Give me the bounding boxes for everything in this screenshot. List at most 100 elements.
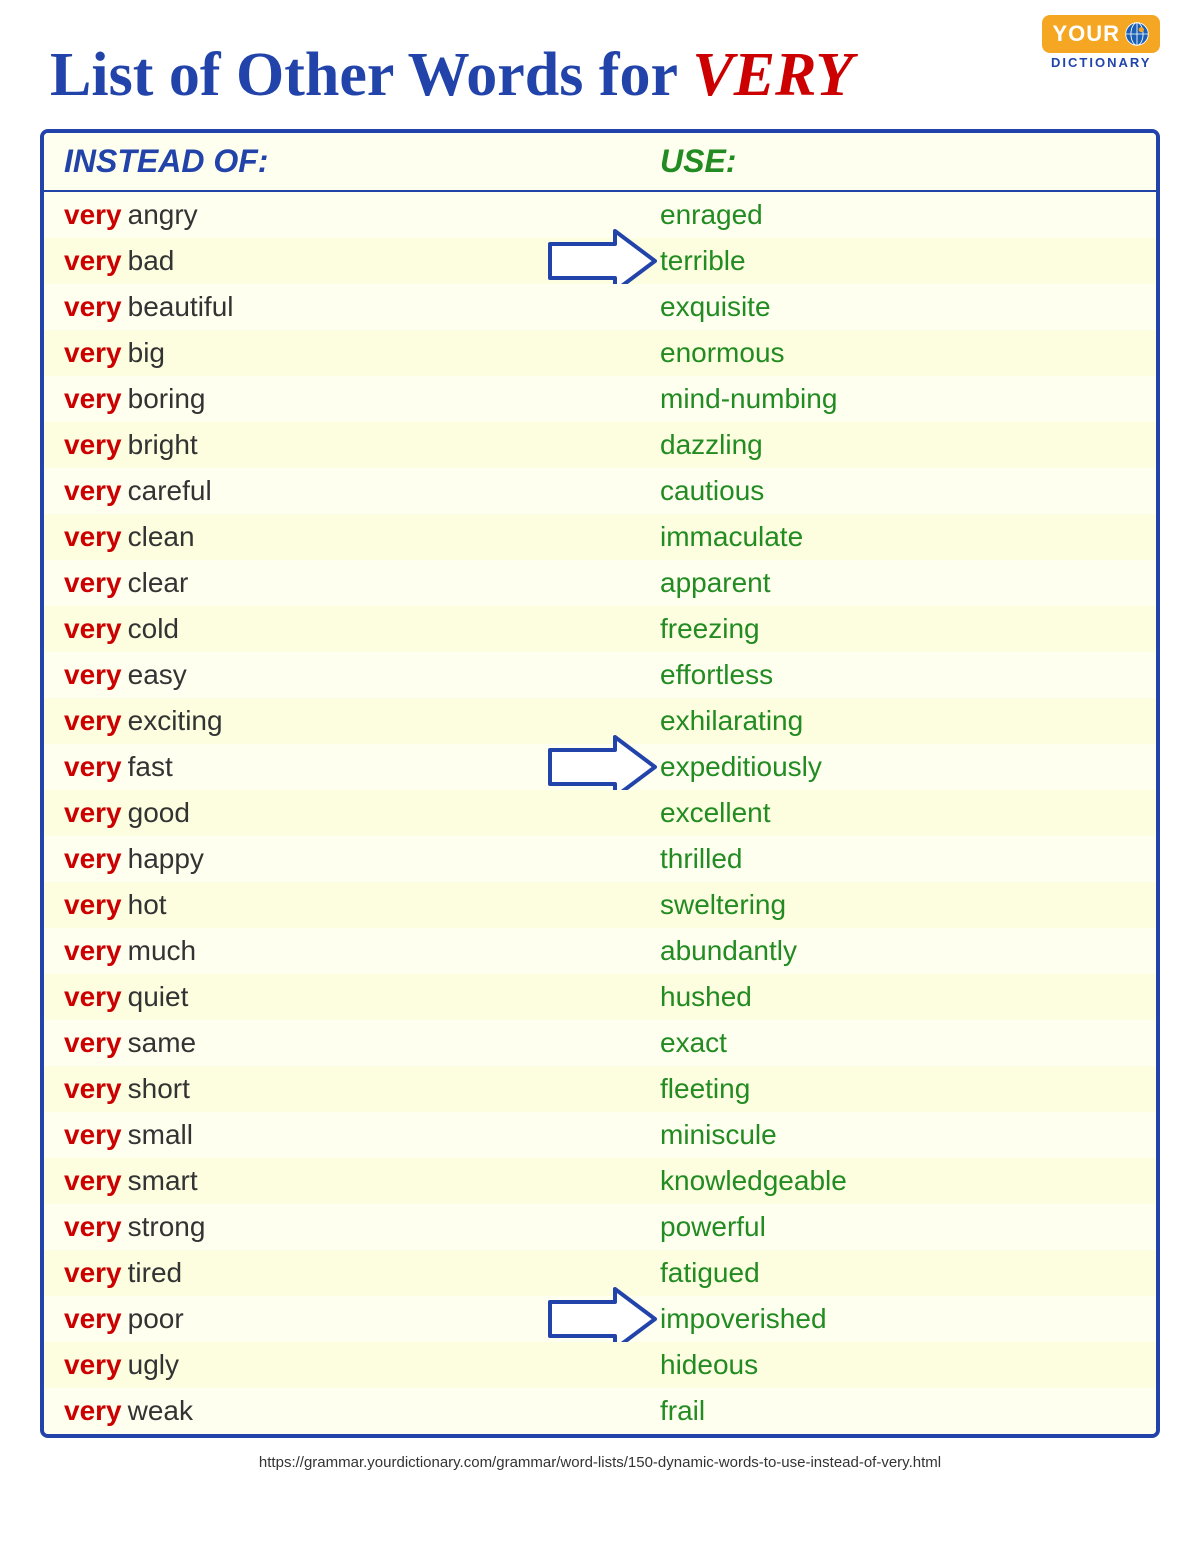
adj-label: same	[128, 1027, 196, 1059]
left-cell: very bad	[64, 245, 600, 277]
table-row: very hotsweltering	[44, 882, 1156, 928]
table-row: very goodexcellent	[44, 790, 1156, 836]
table-row: very fast expeditiously	[44, 744, 1156, 790]
adj-label: small	[128, 1119, 193, 1151]
footer-url: https://grammar.yourdictionary.com/gramm…	[40, 1454, 1160, 1471]
adj-label: careful	[128, 475, 212, 507]
table-row: very muchabundantly	[44, 928, 1156, 974]
synonym-label: exquisite	[600, 291, 1136, 323]
left-cell: very clean	[64, 521, 600, 553]
synonym-label: enormous	[600, 337, 1136, 369]
left-cell: very careful	[64, 475, 600, 507]
synonym-label: expeditiously	[600, 751, 1136, 783]
very-label: very	[64, 245, 122, 277]
header-use: USE:	[600, 143, 1136, 180]
very-label: very	[64, 797, 122, 829]
table-row: very weakfrail	[44, 1388, 1156, 1434]
table-row: very brightdazzling	[44, 422, 1156, 468]
synonym-label: powerful	[600, 1211, 1136, 1243]
very-label: very	[64, 1119, 122, 1151]
adj-label: hot	[128, 889, 167, 921]
table-row: very shortfleeting	[44, 1066, 1156, 1112]
synonym-label: fleeting	[600, 1073, 1136, 1105]
very-label: very	[64, 751, 122, 783]
very-label: very	[64, 613, 122, 645]
very-label: very	[64, 1165, 122, 1197]
very-label: very	[64, 1027, 122, 1059]
synonym-label: exhilarating	[600, 705, 1136, 737]
very-label: very	[64, 521, 122, 553]
synonym-label: abundantly	[600, 935, 1136, 967]
adj-label: bright	[128, 429, 198, 461]
adj-label: cold	[128, 613, 179, 645]
very-label: very	[64, 567, 122, 599]
left-cell: very easy	[64, 659, 600, 691]
synonym-label: dazzling	[600, 429, 1136, 461]
synonym-label: knowledgeable	[600, 1165, 1136, 1197]
adj-label: angry	[128, 199, 198, 231]
table-row: very smallminiscule	[44, 1112, 1156, 1158]
word-table: INSTEAD OF: USE: very angryenragedvery b…	[40, 129, 1160, 1438]
synonym-label: effortless	[600, 659, 1136, 691]
synonym-label: sweltering	[600, 889, 1136, 921]
very-label: very	[64, 1349, 122, 1381]
adj-label: boring	[128, 383, 206, 415]
left-cell: very hot	[64, 889, 600, 921]
left-cell: very fast	[64, 751, 600, 783]
left-cell: very poor	[64, 1303, 600, 1335]
adj-label: fast	[128, 751, 173, 783]
left-cell: very boring	[64, 383, 600, 415]
table-row: very bigenormous	[44, 330, 1156, 376]
adj-label: poor	[128, 1303, 184, 1335]
table-row: very poor impoverished	[44, 1296, 1156, 1342]
synonym-label: apparent	[600, 567, 1136, 599]
left-cell: very big	[64, 337, 600, 369]
left-cell: very happy	[64, 843, 600, 875]
left-cell: very exciting	[64, 705, 600, 737]
left-cell: very ugly	[64, 1349, 600, 1381]
adj-label: happy	[128, 843, 204, 875]
table-header: INSTEAD OF: USE:	[44, 133, 1156, 192]
adj-label: exciting	[128, 705, 223, 737]
adj-label: clear	[128, 567, 189, 599]
table-row: very beautifulexquisite	[44, 284, 1156, 330]
title-prefix: List of Other Words for	[50, 41, 692, 109]
adj-label: ugly	[128, 1349, 179, 1381]
table-row: very easyeffortless	[44, 652, 1156, 698]
left-cell: very good	[64, 797, 600, 829]
left-cell: very bright	[64, 429, 600, 461]
very-label: very	[64, 705, 122, 737]
adj-label: beautiful	[128, 291, 234, 323]
logo-box: YOUR	[1042, 15, 1160, 53]
synonym-label: freezing	[600, 613, 1136, 645]
very-label: very	[64, 935, 122, 967]
very-label: very	[64, 291, 122, 323]
logo-dictionary: DICTIONARY	[1051, 55, 1151, 70]
left-cell: very strong	[64, 1211, 600, 1243]
adj-label: good	[128, 797, 190, 829]
very-label: very	[64, 337, 122, 369]
table-row: very boringmind-numbing	[44, 376, 1156, 422]
adj-label: clean	[128, 521, 195, 553]
header-instead: INSTEAD OF:	[64, 143, 600, 180]
left-cell: very cold	[64, 613, 600, 645]
synonym-label: immaculate	[600, 521, 1136, 553]
synonym-label: enraged	[600, 199, 1136, 231]
very-label: very	[64, 1257, 122, 1289]
left-cell: very short	[64, 1073, 600, 1105]
left-cell: very beautiful	[64, 291, 600, 323]
logo-area: YOUR DICTIONARY	[1042, 15, 1160, 70]
left-cell: very tired	[64, 1257, 600, 1289]
very-label: very	[64, 843, 122, 875]
table-body: very angryenragedvery bad terriblevery b…	[44, 192, 1156, 1434]
synonym-label: cautious	[600, 475, 1136, 507]
adj-label: short	[128, 1073, 190, 1105]
left-cell: very clear	[64, 567, 600, 599]
very-label: very	[64, 199, 122, 231]
very-label: very	[64, 1073, 122, 1105]
synonym-label: fatigued	[600, 1257, 1136, 1289]
table-row: very coldfreezing	[44, 606, 1156, 652]
table-row: very happythrilled	[44, 836, 1156, 882]
adj-label: big	[128, 337, 165, 369]
synonym-label: excellent	[600, 797, 1136, 829]
